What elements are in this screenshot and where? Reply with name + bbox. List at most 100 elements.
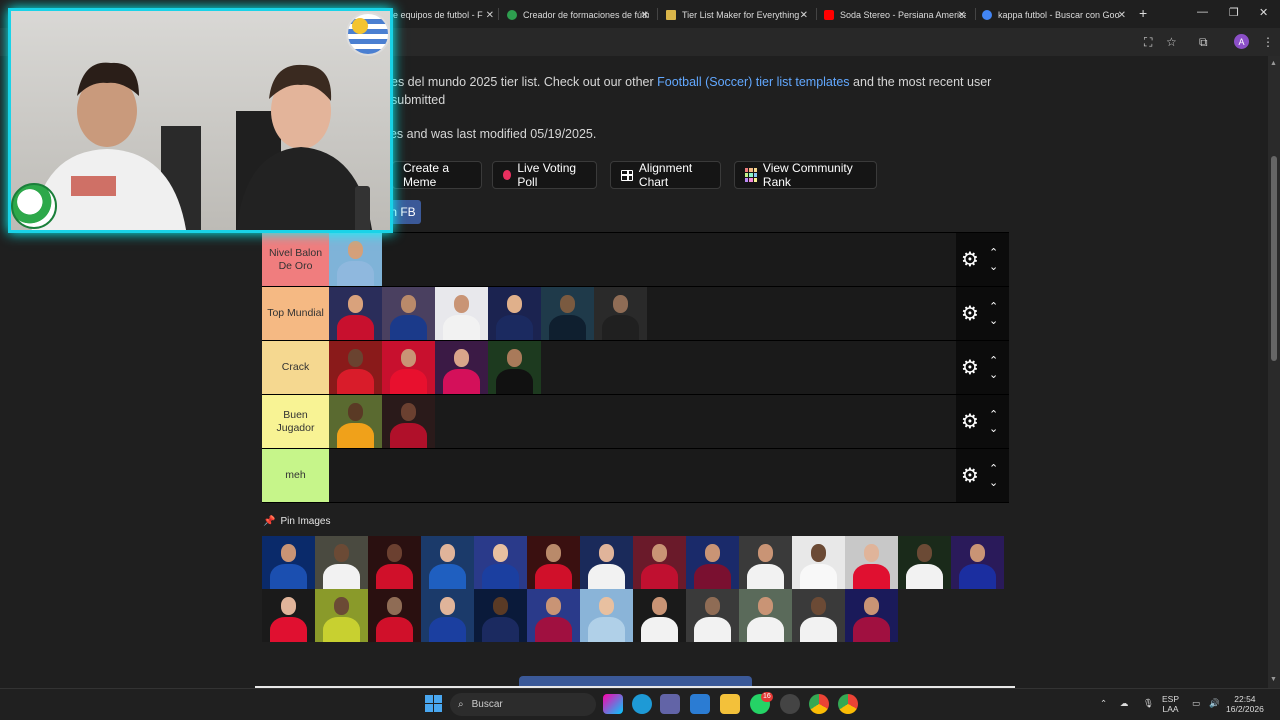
pool-player-card[interactable] bbox=[368, 589, 421, 642]
gear-icon[interactable]: ⚙ bbox=[961, 247, 979, 272]
pool-player-card[interactable] bbox=[527, 589, 580, 642]
chevron-down-icon[interactable]: ⌄ bbox=[989, 261, 998, 273]
tab-formaciones[interactable]: Creador de formaciones de fútb ✕ bbox=[507, 4, 649, 26]
bookmark-star-icon[interactable]: ☆ bbox=[1166, 35, 1177, 49]
tier-items[interactable] bbox=[329, 341, 956, 394]
game-app-icon[interactable] bbox=[780, 694, 800, 714]
player-card[interactable] bbox=[594, 287, 647, 340]
chevron-down-icon[interactable]: ⌄ bbox=[989, 315, 998, 327]
maximize-button[interactable]: ❐ bbox=[1229, 6, 1239, 19]
minimize-button[interactable]: — bbox=[1197, 6, 1208, 18]
pool-player-card[interactable] bbox=[474, 589, 527, 642]
gear-icon[interactable]: ⚙ bbox=[961, 463, 979, 488]
pool-player-card[interactable] bbox=[739, 589, 792, 642]
tab-equipos[interactable]: de equipos de futbol - F ✕ bbox=[388, 4, 494, 26]
chevron-down-icon[interactable]: ⌄ bbox=[989, 369, 998, 381]
microphone-icon[interactable]: 🎙 bbox=[1143, 698, 1154, 708]
chevron-down-icon[interactable]: ⌄ bbox=[989, 423, 998, 435]
gear-icon[interactable]: ⚙ bbox=[961, 355, 979, 380]
file-explorer-icon[interactable] bbox=[720, 694, 740, 714]
pool-player-card[interactable] bbox=[315, 536, 368, 589]
tier-label[interactable]: meh bbox=[262, 449, 329, 502]
tray-chevron-icon[interactable]: ⌃ bbox=[1100, 698, 1107, 708]
player-card[interactable] bbox=[382, 395, 435, 448]
live-voting-poll-button[interactable]: Live Voting Poll bbox=[492, 161, 597, 189]
close-icon[interactable]: ✕ bbox=[800, 10, 808, 21]
chrome-profile-icon[interactable] bbox=[838, 694, 858, 714]
menu-dots-icon[interactable]: ⋮ bbox=[1262, 35, 1274, 49]
tier-items[interactable] bbox=[329, 449, 956, 502]
pool-player-card[interactable] bbox=[421, 589, 474, 642]
pool-player-card[interactable] bbox=[686, 589, 739, 642]
pool-player-card[interactable] bbox=[845, 536, 898, 589]
extensions-icon[interactable]: ⧉ bbox=[1199, 35, 1208, 50]
teams-icon[interactable] bbox=[660, 694, 680, 714]
player-card[interactable] bbox=[329, 395, 382, 448]
tier-items[interactable] bbox=[329, 395, 956, 448]
tier-label[interactable]: Nivel Balon De Oro bbox=[262, 233, 329, 286]
chevron-up-icon[interactable]: ⌃ bbox=[989, 301, 998, 313]
pool-player-card[interactable] bbox=[792, 536, 845, 589]
chevron-up-icon[interactable]: ⌃ bbox=[989, 355, 998, 367]
tier-items[interactable] bbox=[329, 287, 956, 340]
close-icon[interactable]: ✕ bbox=[486, 10, 494, 21]
pool-player-card[interactable] bbox=[580, 536, 633, 589]
page-scrollbar[interactable]: ▲ ▼ bbox=[1268, 56, 1280, 688]
volume-icon[interactable]: 🔊 bbox=[1209, 698, 1220, 708]
pool-player-card[interactable] bbox=[262, 536, 315, 589]
taskbar-search[interactable]: ⌕ Buscar bbox=[450, 693, 596, 716]
network-icon[interactable]: ▭ bbox=[1192, 698, 1200, 708]
player-card[interactable] bbox=[435, 287, 488, 340]
pool-player-card[interactable] bbox=[951, 536, 1004, 589]
chevron-up-icon[interactable]: ⌃ bbox=[989, 409, 998, 421]
pool-player-card[interactable] bbox=[474, 536, 527, 589]
pool-player-card[interactable] bbox=[898, 536, 951, 589]
edge-icon[interactable] bbox=[632, 694, 652, 714]
alignment-chart-button[interactable]: Alignment Chart bbox=[610, 161, 721, 189]
pool-player-card[interactable] bbox=[421, 536, 474, 589]
tab-tierlist[interactable]: Tier List Maker for Everything - ✕ bbox=[666, 4, 808, 26]
pool-player-card[interactable] bbox=[686, 536, 739, 589]
tier-items[interactable] bbox=[329, 233, 956, 286]
view-community-rank-button[interactable]: View Community Rank bbox=[734, 161, 877, 189]
pool-player-card[interactable] bbox=[262, 589, 315, 642]
pool-player-card[interactable] bbox=[580, 589, 633, 642]
translate-icon[interactable]: ⛶ bbox=[1144, 35, 1152, 50]
chevron-down-icon[interactable]: ⌄ bbox=[989, 477, 998, 489]
scroll-thumb[interactable] bbox=[1271, 156, 1277, 361]
player-card[interactable] bbox=[329, 287, 382, 340]
close-icon[interactable]: ✕ bbox=[958, 10, 966, 21]
pool-player-card[interactable] bbox=[792, 589, 845, 642]
tab-kappa-search[interactable]: kappa futbol - Buscar con Goo ✕ bbox=[982, 4, 1126, 26]
pool-player-card[interactable] bbox=[739, 536, 792, 589]
tab-soda-stereo[interactable]: Soda Stereo - Persiana America ✕ bbox=[824, 4, 966, 26]
tier-label[interactable]: Top Mundial bbox=[262, 287, 329, 340]
widgets-icon[interactable] bbox=[690, 694, 710, 714]
windows-start-icon[interactable] bbox=[425, 695, 442, 712]
pool-player-card[interactable] bbox=[633, 589, 686, 642]
pool-player-card[interactable] bbox=[527, 536, 580, 589]
player-card[interactable] bbox=[382, 287, 435, 340]
player-card[interactable] bbox=[329, 341, 382, 394]
copilot-icon[interactable] bbox=[603, 694, 623, 714]
player-card[interactable] bbox=[329, 233, 382, 286]
gear-icon[interactable]: ⚙ bbox=[961, 301, 979, 326]
pool-player-card[interactable] bbox=[633, 536, 686, 589]
close-icon[interactable]: ✕ bbox=[1118, 10, 1126, 21]
create-meme-button[interactable]: Create a Meme bbox=[392, 161, 482, 189]
player-card[interactable] bbox=[541, 287, 594, 340]
chevron-up-icon[interactable]: ⌃ bbox=[989, 247, 998, 259]
tier-label[interactable]: Buen Jugador bbox=[262, 395, 329, 448]
gear-icon[interactable]: ⚙ bbox=[961, 409, 979, 434]
tier-label[interactable]: Crack bbox=[262, 341, 329, 394]
tray-app-icon[interactable]: ☁ bbox=[1120, 698, 1129, 708]
templates-link[interactable]: Football (Soccer) tier list templates bbox=[657, 75, 849, 89]
clock[interactable]: 22:54 16/2/2026 bbox=[1226, 694, 1264, 714]
keyboard-language[interactable]: ESP LAA bbox=[1162, 694, 1179, 714]
player-card[interactable] bbox=[488, 341, 541, 394]
pin-images-toggle[interactable]: 📌 Pin Images bbox=[263, 516, 330, 527]
pool-player-card[interactable] bbox=[845, 589, 898, 642]
close-window-button[interactable]: ✕ bbox=[1259, 6, 1268, 19]
chevron-up-icon[interactable]: ⌃ bbox=[989, 463, 998, 475]
profile-avatar[interactable]: A bbox=[1234, 34, 1249, 49]
